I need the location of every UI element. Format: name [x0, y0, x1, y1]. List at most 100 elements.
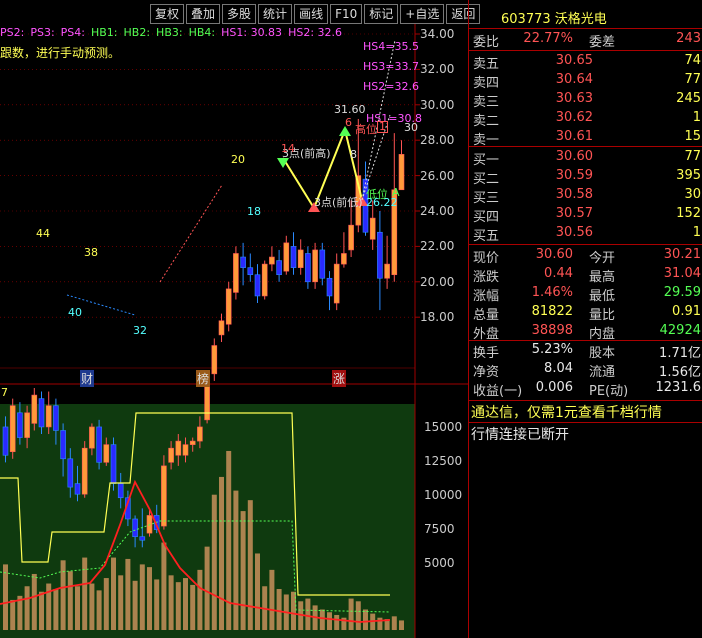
volume-bar: [75, 586, 80, 630]
candle: [254, 264, 261, 304]
hint-text: 跟数，进行手动预测。: [0, 46, 121, 60]
volume-bar: [147, 567, 152, 630]
candle: [297, 239, 304, 275]
volume-bar: [67, 571, 73, 630]
volume-bar: [111, 557, 116, 630]
row-value-2: 245: [676, 91, 701, 106]
volume-bar: [305, 598, 311, 630]
volume-bar: [240, 511, 246, 630]
volume-bar: [334, 614, 340, 630]
row-label-2: 流通: [589, 365, 616, 380]
prior-low-label: 3点(前低): [314, 196, 363, 209]
candle: [319, 242, 326, 286]
high-zone-label: 高位: [355, 123, 377, 136]
row-value-2: 1.56亿: [659, 365, 701, 380]
volume-bar: [103, 578, 109, 630]
row-label: 买一: [473, 153, 500, 168]
row-value: 30.57: [555, 206, 593, 221]
chart-svg: [0, 24, 468, 638]
candle: [290, 232, 297, 275]
volume-bar: [204, 546, 210, 630]
volume-bar: [219, 476, 224, 630]
volume-tick: 10000: [424, 488, 463, 502]
price-tick: 28.00: [420, 133, 455, 148]
volume-tick: 12500: [424, 454, 463, 468]
upsell-notice[interactable]: 通达信，仅需1元查看千档行情: [471, 402, 662, 422]
toolbar-btn-0[interactable]: 复权: [150, 4, 185, 24]
toolbar-btn-5[interactable]: F10: [330, 4, 363, 24]
fundamental-row: 收益(一) 0.006 PE(动) 1231.6: [469, 380, 702, 399]
wave-number-32: 32: [133, 324, 147, 337]
weibi-label: 委比: [473, 35, 500, 50]
toolbar-btn-7[interactable]: +自选: [400, 4, 445, 24]
row-value: 30.62: [555, 110, 593, 125]
row-value: 30.65: [555, 53, 593, 68]
legend-item: HB1:: [90, 26, 118, 39]
bid-row: 买一 30.60 77: [469, 149, 702, 168]
row-label: 买五: [473, 229, 500, 244]
price-tick: 26.00: [420, 168, 455, 183]
row-value: 0.44: [544, 266, 573, 281]
limit-up-marker[interactable]: 涨: [332, 370, 347, 387]
high-price-label: 31.60: [334, 103, 366, 116]
row-value: 30.63: [555, 91, 593, 106]
candle: [81, 441, 88, 498]
row-label: 总量: [473, 308, 500, 323]
row-label-2: 最低: [589, 289, 616, 304]
quote-row: 现价 30.60 今开 30.21: [469, 247, 702, 266]
trend-line: [159, 184, 223, 283]
toolbar-btn-6[interactable]: 标记: [364, 4, 399, 24]
high-zone-value: 30: [404, 121, 418, 134]
row-value-2: 1.71亿: [659, 346, 701, 361]
volume-bar: [154, 579, 160, 630]
ranking-marker[interactable]: 榜: [196, 370, 211, 387]
volume-bar: [125, 558, 131, 630]
row-label-2: 今开: [589, 251, 616, 266]
legend-item: HS2: 32.6: [288, 26, 343, 39]
row-label: 买二: [473, 172, 500, 187]
volume-bar: [168, 575, 174, 630]
volume-bar: [363, 609, 368, 630]
fundamental-row: 净资 8.04 流通 1.56亿: [469, 361, 702, 380]
weibi-row: 委比 22.77% 委差 243: [469, 31, 702, 50]
indicator-legend: PS2: PS3: PS4: HB1: HB2: HB3: HB4: HS1: 30.83 HS…: [0, 26, 348, 39]
row-value: 30.59: [555, 168, 593, 183]
row-value: 30.61: [555, 129, 593, 144]
wave-number-20: 20: [231, 153, 245, 166]
row-value: 30.60: [535, 247, 573, 262]
row-label-2: 最高: [589, 270, 616, 285]
price-tick: 32.00: [420, 62, 455, 77]
toolbar-btn-4[interactable]: 画线: [294, 4, 329, 24]
row-value-2: 30.21: [663, 247, 701, 262]
weibi-value: 22.77%: [523, 31, 573, 46]
subchart-label: 7: [1, 386, 8, 399]
bid-row: 买四 30.57 152: [469, 206, 702, 225]
kline-chart[interactable]: 复权 叠加 多股 统计 画线 F10 标记 +自选 返回 PS2: PS3: PS4: HB1: HB2…: [0, 0, 481, 638]
price-tick: 30.00: [420, 97, 455, 112]
volume-bar: [89, 583, 95, 630]
row-value-2: 1: [692, 110, 701, 125]
price-tick: 34.00: [420, 27, 455, 41]
toolbar-btn-2[interactable]: 多股: [222, 4, 257, 24]
row-value-2: 77: [684, 149, 701, 164]
volume-bar: [53, 589, 59, 630]
row-value-2: 152: [676, 206, 701, 221]
stock-code: 603773: [501, 12, 551, 27]
candle: [377, 211, 383, 311]
volume-bar: [319, 609, 325, 630]
toolbar-btn-3[interactable]: 统计: [258, 4, 293, 24]
candle: [9, 398, 16, 459]
legend-item: HB2:: [123, 26, 151, 39]
finance-marker[interactable]: 财: [80, 370, 95, 387]
volume-bar: [211, 494, 217, 630]
row-value-2: 1231.6: [655, 380, 702, 395]
hs2-label: HS2=32.6: [363, 80, 419, 93]
volume-bar: [399, 620, 404, 630]
row-value: 30.60: [555, 149, 593, 164]
volume-bar: [82, 557, 88, 630]
wave-number-44: 44: [36, 227, 50, 240]
toolbar-btn-1[interactable]: 叠加: [186, 4, 221, 24]
wave-number-18: 18: [247, 205, 261, 218]
volume-bar: [183, 578, 188, 630]
legend-item: HS1: 30.83: [221, 26, 283, 39]
